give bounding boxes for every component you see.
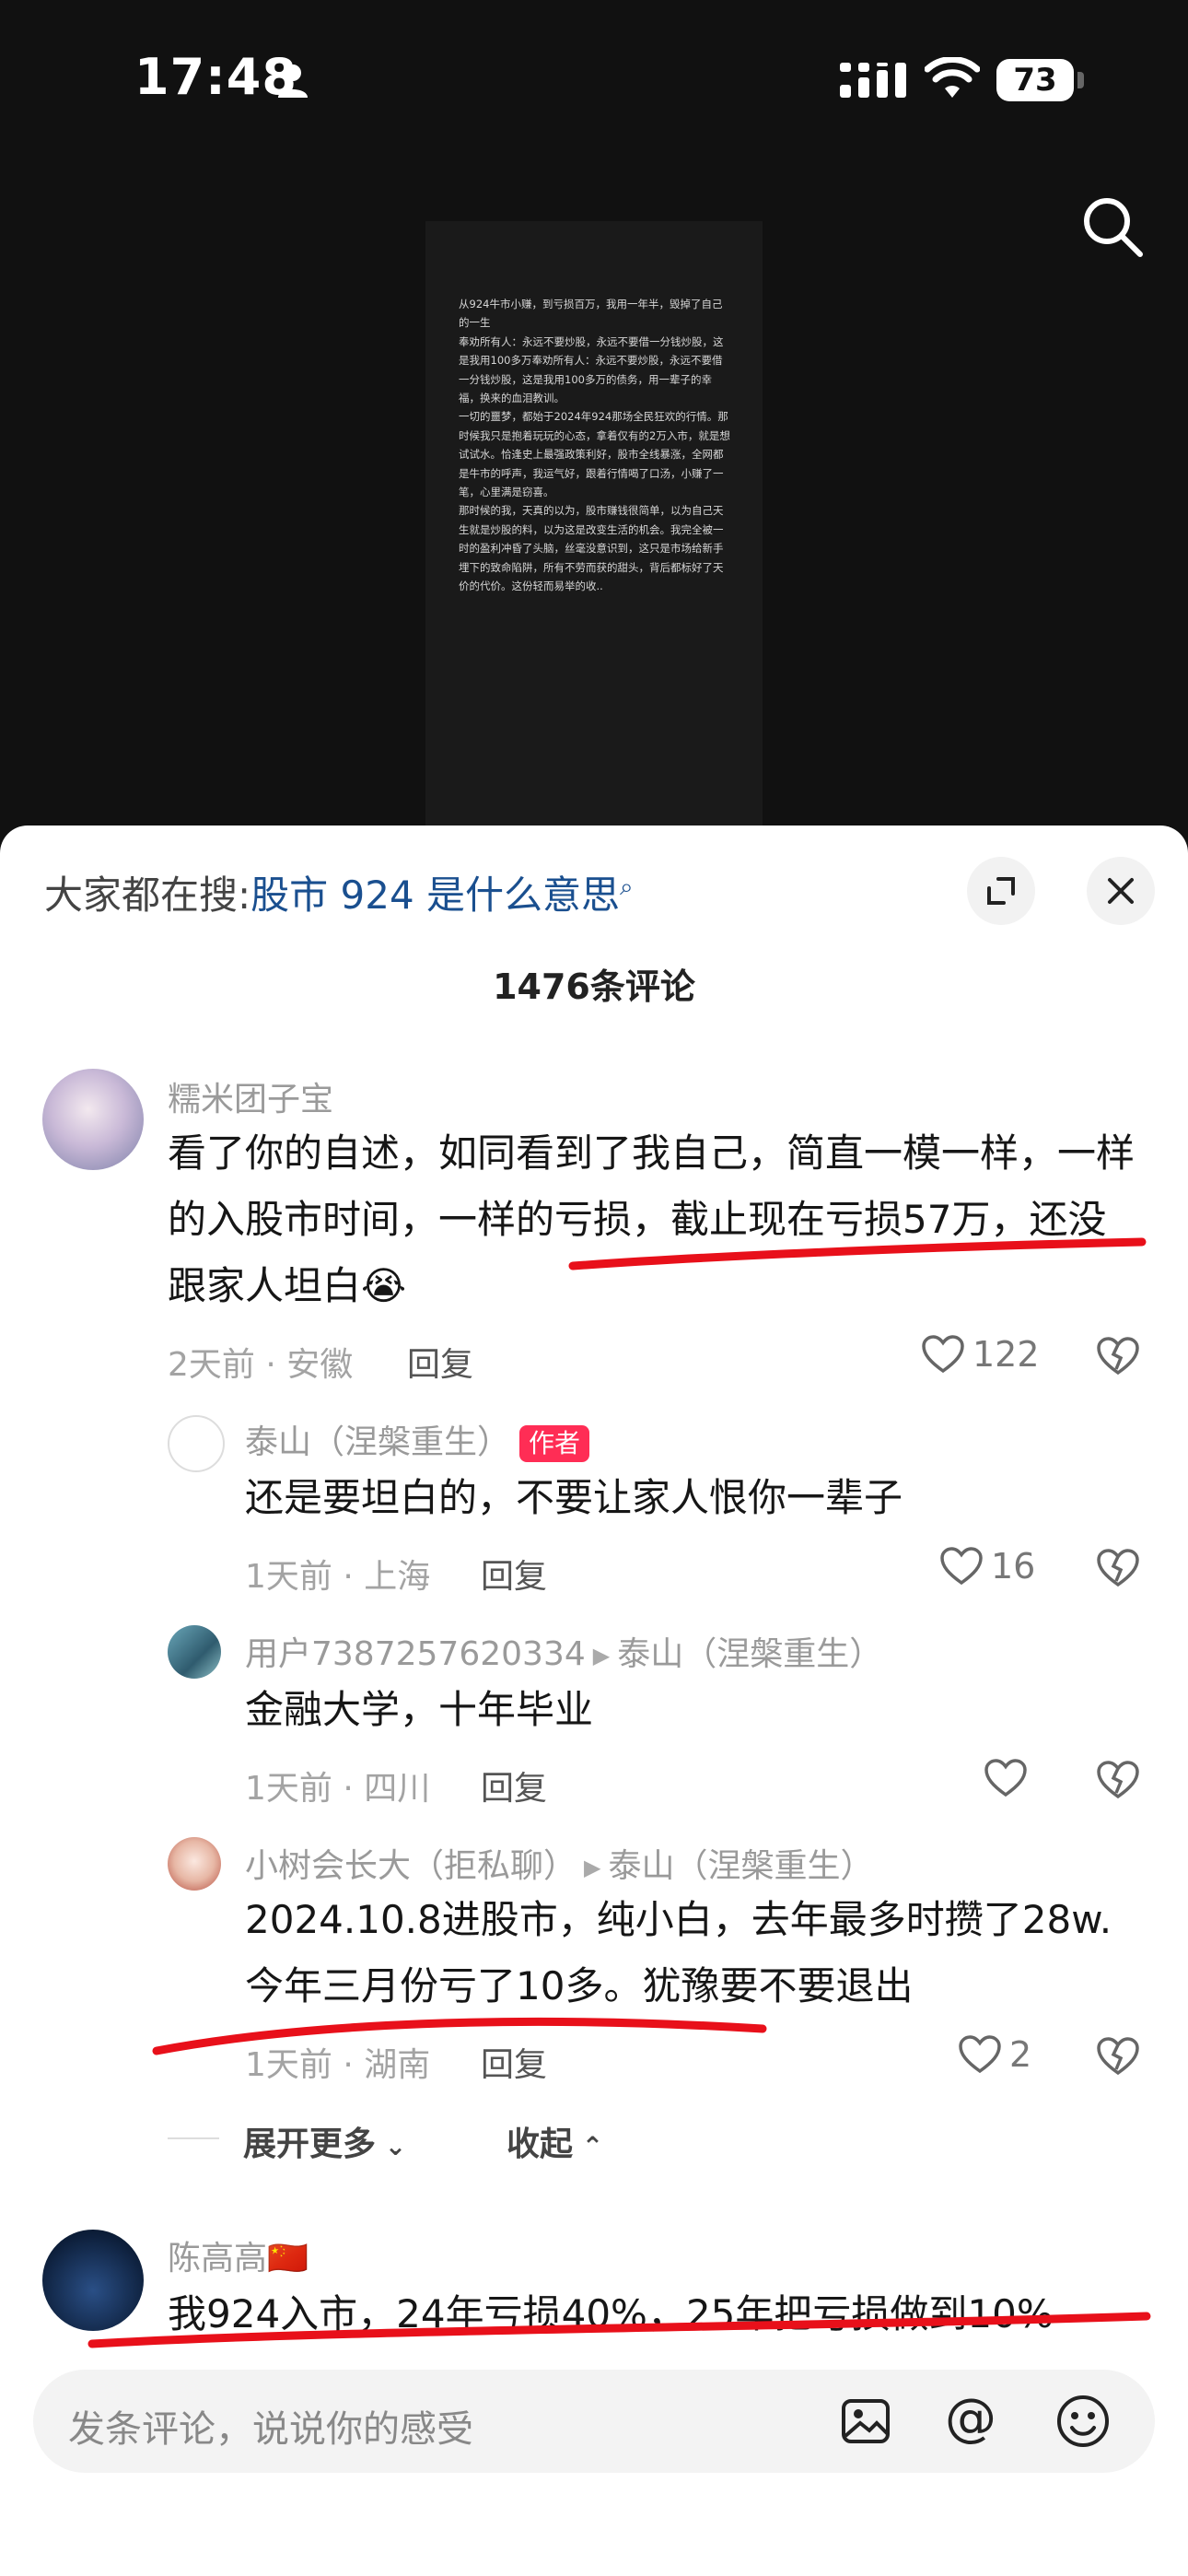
comment-input-placeholder: 发条评论，说说你的感受 bbox=[68, 2408, 473, 2451]
comment-username[interactable]: 陈高高🇨🇳 bbox=[168, 2231, 309, 2279]
search-suggestion-prefix: 大家都在搜: bbox=[44, 872, 251, 918]
comment-username[interactable]: 泰山（涅槃重生） bbox=[245, 1423, 510, 1461]
collapse-sheet-button[interactable] bbox=[967, 857, 1035, 925]
home-indicator-area bbox=[0, 2488, 1188, 2576]
reply-button[interactable]: 回复 bbox=[407, 1338, 473, 1386]
video-frame: 从924牛市小赚，到亏损百万，我用一年半，毁掉了自己的一生 奉劝所有人：永远不要… bbox=[425, 221, 763, 829]
reply-to-username[interactable]: 泰山（涅槃重生） bbox=[617, 1635, 882, 1673]
status-time: 17:48 bbox=[134, 48, 297, 106]
video-area[interactable]: 17:48 73 从924牛市小赚，到亏损百万，我用一年半，毁掉了自己的一生 奉… bbox=[0, 0, 1188, 829]
comment-username-row[interactable]: 用户7387257620334 ▶ 泰山（涅槃重生） bbox=[245, 1627, 882, 1675]
comments-count: 1476条评论 bbox=[493, 966, 695, 1007]
comment-sheet: 大家都在搜:股市 924 是什么意思⌕ 1476条评论 糯米团子宝 看了你的自述… bbox=[0, 825, 1188, 2576]
reply-button[interactable]: 回复 bbox=[481, 1550, 547, 1598]
video-text: 从924牛市小赚，到亏损百万，我用一年半，毁掉了自己的一生 奉劝所有人：永远不要… bbox=[459, 298, 730, 593]
expand-more-label: 展开更多 bbox=[243, 2125, 377, 2163]
comment-text: 2024.10.8进股市，纯小白，去年最多时攒了28w.今年三月份亏了10多。犹… bbox=[245, 1897, 1112, 2008]
battery-indicator: 73 bbox=[996, 59, 1074, 101]
heart-icon bbox=[959, 2035, 1001, 2074]
avatar[interactable] bbox=[42, 1069, 144, 1170]
chevron-down-icon: ⌄ bbox=[376, 2131, 407, 2161]
comment-username-row[interactable]: 小树会长大（拒私聊） ▶ 泰山（涅槃重生） bbox=[245, 1839, 874, 1887]
comment-input[interactable]: 发条评论，说说你的感受 @ bbox=[33, 2370, 1155, 2473]
wifi-icon bbox=[925, 57, 980, 98]
search-suggestion-link[interactable]: 股市 924 是什么意思 bbox=[250, 872, 620, 918]
broken-heart-icon[interactable] bbox=[1096, 1760, 1140, 1800]
collapse-label: 收起 bbox=[507, 2125, 574, 2163]
author-badge: 作者 bbox=[519, 1425, 590, 1462]
search-suggestion[interactable]: 大家都在搜:股市 924 是什么意思⌕ bbox=[44, 864, 634, 920]
close-button[interactable] bbox=[1087, 857, 1155, 925]
collapse-button[interactable]: 收起 ⌃ bbox=[507, 2117, 603, 2165]
like-count: 122 bbox=[973, 1334, 1040, 1375]
comment-meta: 1天前 · 湖南 bbox=[245, 2046, 431, 2084]
emoji-icon[interactable] bbox=[1055, 2394, 1111, 2449]
image-icon[interactable] bbox=[840, 2395, 891, 2447]
reply-arrow-icon: ▶ bbox=[584, 1855, 601, 1880]
comment-username[interactable]: 小树会长大（拒私聊） bbox=[245, 1847, 577, 1885]
heart-icon bbox=[984, 1759, 1027, 1797]
search-icon[interactable] bbox=[1079, 193, 1146, 260]
chevron-up-icon: ⌃ bbox=[573, 2131, 604, 2161]
expand-more-button[interactable]: 展开更多 ⌄ bbox=[243, 2117, 406, 2165]
like-count: 16 bbox=[991, 1546, 1036, 1587]
comment-username-row[interactable]: 泰山（涅槃重生） 作者 bbox=[245, 1415, 590, 1463]
cellular-signal-icon bbox=[840, 63, 906, 98]
like-button[interactable] bbox=[984, 1758, 1028, 1798]
like-button[interactable]: 122 bbox=[921, 1334, 1040, 1375]
avatar[interactable] bbox=[42, 2230, 144, 2331]
divider bbox=[168, 2137, 219, 2139]
avatar[interactable] bbox=[168, 1625, 221, 1679]
person-icon bbox=[278, 64, 308, 98]
avatar[interactable] bbox=[168, 1415, 225, 1472]
status-bar: 17:48 73 bbox=[0, 0, 1188, 166]
comment-username[interactable]: 糯米团子宝 bbox=[168, 1072, 333, 1120]
broken-heart-icon[interactable] bbox=[1096, 2036, 1140, 2077]
reply-to-username[interactable]: 泰山（涅槃重生） bbox=[608, 1847, 873, 1885]
avatar[interactable] bbox=[168, 1837, 221, 1891]
comment-username[interactable]: 用户7387257620334 bbox=[245, 1635, 586, 1673]
like-count: 2 bbox=[1009, 2034, 1032, 2075]
close-icon bbox=[1108, 878, 1134, 904]
heart-icon bbox=[940, 1547, 983, 1586]
comment-text: 金融大学，十年毕业 bbox=[245, 1687, 594, 1732]
heart-icon bbox=[922, 1335, 964, 1374]
comment-text: 看了你的自述，如同看到了我自己，简直一模一样，一样的入股市时间，一样的亏损，截止… bbox=[168, 1130, 1136, 1308]
comment-text: 我924入市，24年亏损40%，25年把亏损做到10% bbox=[168, 2291, 1054, 2336]
like-button[interactable]: 16 bbox=[939, 1546, 1035, 1587]
comment-meta: 1天前 · 上海 bbox=[245, 1558, 431, 1596]
broken-heart-icon[interactable] bbox=[1096, 1548, 1140, 1588]
comment-text: 还是要坦白的，不要让家人恨你一辈子 bbox=[245, 1475, 903, 1520]
small-search-icon: ⌕ bbox=[620, 873, 634, 901]
reply-arrow-icon: ▶ bbox=[592, 1643, 611, 1669]
comment-meta: 2天前 · 安徽 bbox=[168, 1346, 354, 1384]
comment-meta: 1天前 · 四川 bbox=[245, 1770, 431, 1808]
expand-corners-icon bbox=[987, 877, 1015, 905]
broken-heart-icon[interactable] bbox=[1096, 1336, 1140, 1376]
battery-tip bbox=[1077, 72, 1084, 88]
like-button[interactable]: 2 bbox=[958, 2034, 1031, 2075]
reply-button[interactable]: 回复 bbox=[481, 2038, 547, 2086]
reply-button[interactable]: 回复 bbox=[481, 1762, 547, 1809]
mention-icon[interactable]: @ bbox=[945, 2388, 996, 2448]
